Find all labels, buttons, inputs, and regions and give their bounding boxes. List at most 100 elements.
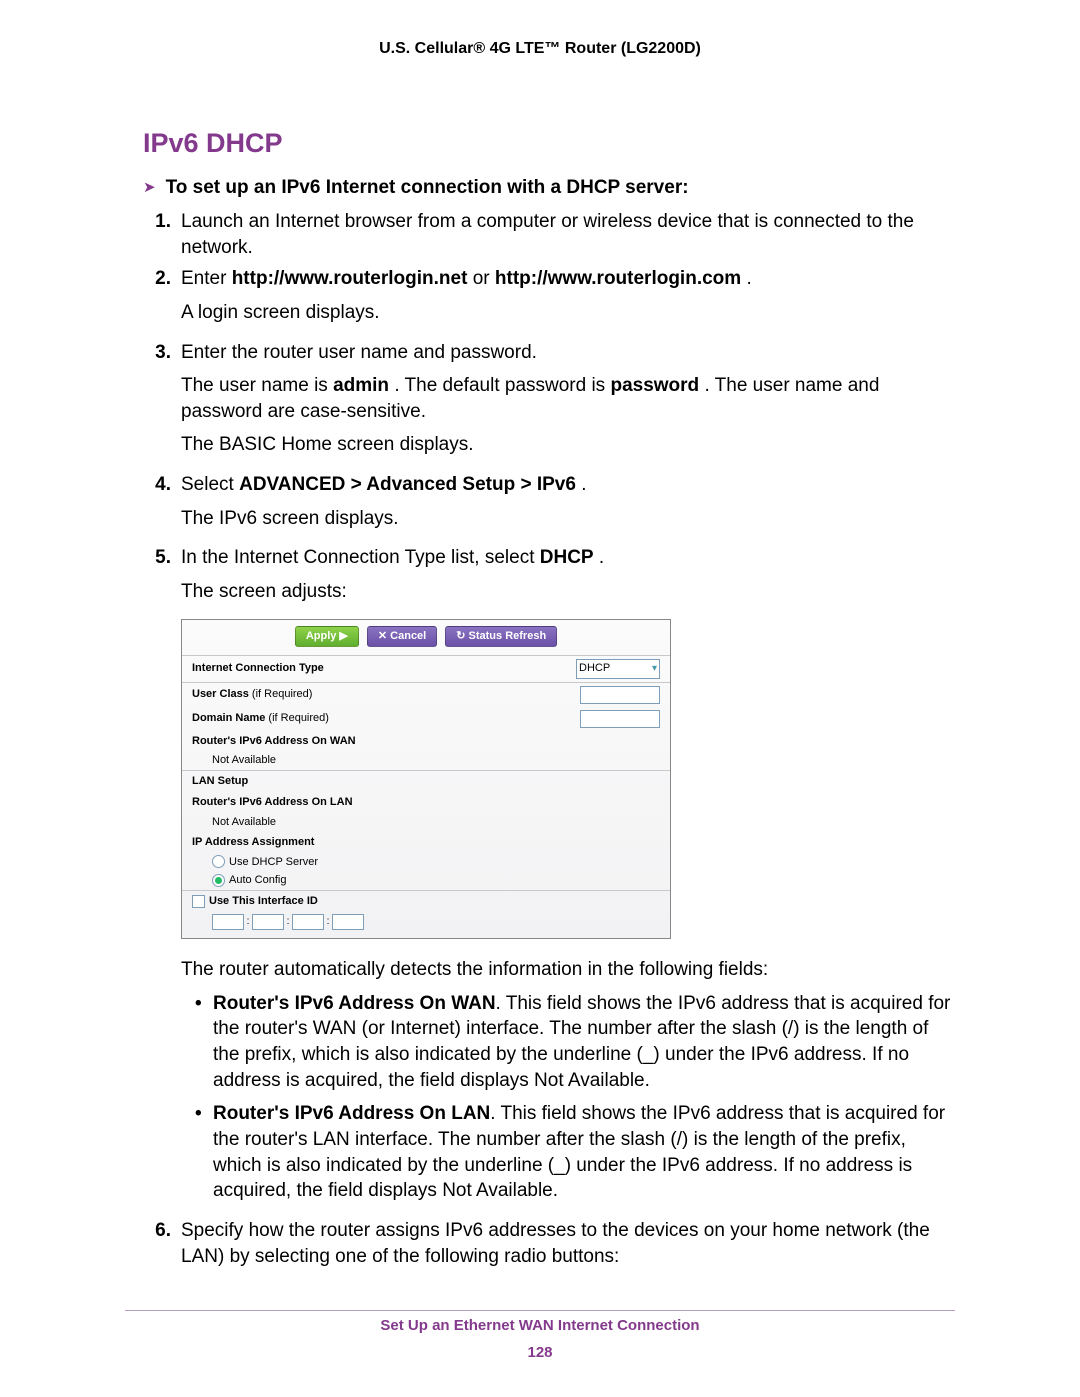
label-text: Domain Name	[192, 712, 265, 724]
chevron-down-icon: ▾	[652, 662, 657, 676]
lan-address-row: Router's IPv6 Address On LAN	[182, 792, 670, 813]
step-number: 5.	[143, 545, 171, 1211]
nav-path: ADVANCED > Advanced Setup > IPv6	[239, 474, 576, 495]
step-paragraph: A login screen displays.	[181, 300, 955, 326]
interface-id-input[interactable]	[212, 914, 244, 930]
step-text: Enter the router user name and password.	[181, 342, 537, 363]
page-footer: Set Up an Ethernet WAN Internet Connecti…	[0, 1317, 1080, 1361]
step-paragraph: The user name is admin . The default pas…	[181, 373, 955, 424]
document-page: U.S. Cellular® 4G LTE™ Router (LG2200D) …	[0, 0, 1080, 1397]
step-body: In the Internet Connection Type list, se…	[181, 545, 955, 1211]
procedure-heading: ➤ To set up an IPv6 Internet connection …	[143, 177, 955, 199]
interface-id-input[interactable]	[332, 914, 364, 930]
step-6: 6. Specify how the router assigns IPv6 a…	[143, 1218, 955, 1269]
bullet-icon: •	[195, 991, 213, 1094]
step-1: 1. Launch an Internet browser from a com…	[143, 209, 955, 260]
wan-address-value: Not Available	[182, 751, 670, 770]
step-2: 2. Enter http://www.routerlogin.net or h…	[143, 266, 955, 333]
step-number: 4.	[143, 472, 171, 539]
bullet-item: • Router's IPv6 Address On LAN. This fie…	[195, 1101, 955, 1204]
lan-setup-row: LAN Setup	[182, 770, 670, 792]
step-number: 3.	[143, 340, 171, 467]
radio-label: Use DHCP Server	[229, 856, 318, 868]
bullet-text: Router's IPv6 Address On WAN. This field…	[213, 991, 955, 1094]
use-interface-id-row: Use This Interface ID	[182, 890, 670, 912]
router-screenshot-panel: Apply ▶ ✕ Cancel ↻ Status Refresh Intern…	[181, 619, 671, 939]
colon-separator: :	[286, 915, 290, 929]
step-paragraph: The IPv6 screen displays.	[181, 506, 955, 532]
domain-name-row: Domain Name (if Required)	[182, 707, 670, 731]
text-bold: DHCP	[540, 547, 594, 568]
text: . The default password is	[394, 375, 610, 396]
text-bold: password	[610, 375, 699, 396]
label-text: User Class	[192, 688, 249, 700]
user-class-row: User Class (if Required)	[182, 682, 670, 707]
step-text: Launch an Internet browser from a comput…	[181, 211, 914, 258]
ip-assignment-label: IP Address Assignment	[192, 835, 314, 850]
status-refresh-button[interactable]: ↻ Status Refresh	[445, 626, 557, 647]
section-title: IPv6 DHCP	[143, 128, 955, 159]
arrow-right-icon: ➤	[143, 177, 156, 199]
step-4: 4. Select ADVANCED > Advanced Setup > IP…	[143, 472, 955, 539]
auto-config-option[interactable]: Auto Config	[182, 871, 670, 890]
radio-label: Auto Config	[229, 874, 286, 886]
bullet-label: Router's IPv6 Address On LAN	[213, 1103, 490, 1124]
lan-address-label: Router's IPv6 Address On LAN	[192, 795, 353, 810]
domain-name-input[interactable]	[580, 710, 660, 728]
apply-button[interactable]: Apply ▶	[295, 626, 359, 647]
label-hint: (if Required)	[265, 712, 329, 724]
interface-id-inputs: : : :	[182, 912, 670, 938]
step-text-prefix: In the Internet Connection Type list, se…	[181, 547, 540, 568]
step-body: Specify how the router assigns IPv6 addr…	[181, 1218, 955, 1269]
text-bold: admin	[333, 375, 389, 396]
footer-page-number: 128	[0, 1344, 1080, 1361]
url-text: http://www.routerlogin.com	[495, 268, 741, 289]
step-body: Enter http://www.routerlogin.net or http…	[181, 266, 955, 333]
interface-id-input[interactable]	[292, 914, 324, 930]
user-class-label: User Class (if Required)	[192, 687, 312, 702]
wan-address-row: Router's IPv6 Address On WAN	[182, 731, 670, 752]
panel-button-bar: Apply ▶ ✕ Cancel ↻ Status Refresh	[182, 620, 670, 655]
cancel-button[interactable]: ✕ Cancel	[367, 626, 437, 647]
step-body: Select ADVANCED > Advanced Setup > IPv6 …	[181, 472, 955, 539]
user-class-input[interactable]	[580, 686, 660, 704]
ict-select[interactable]: DHCP ▾	[576, 659, 660, 679]
procedure-heading-text: To set up an IPv6 Internet connection wi…	[166, 177, 689, 199]
radio-icon	[212, 855, 225, 868]
text: The user name is	[181, 375, 333, 396]
step-paragraph: The BASIC Home screen displays.	[181, 432, 955, 458]
colon-separator: :	[326, 915, 330, 929]
step-5: 5. In the Internet Connection Type list,…	[143, 545, 955, 1211]
step-number: 6.	[143, 1218, 171, 1269]
bullet-list: • Router's IPv6 Address On WAN. This fie…	[181, 991, 955, 1204]
ict-select-value: DHCP	[579, 661, 610, 676]
step-number: 1.	[143, 209, 171, 260]
lan-setup-label: LAN Setup	[192, 774, 248, 789]
wan-address-label: Router's IPv6 Address On WAN	[192, 734, 356, 749]
step-paragraph: The screen adjusts:	[181, 579, 955, 605]
bullet-label: Router's IPv6 Address On WAN	[213, 993, 496, 1014]
step-body: Launch an Internet browser from a comput…	[181, 209, 955, 260]
internet-connection-type-row: Internet Connection Type DHCP ▾	[182, 655, 670, 682]
step-text-prefix: Select	[181, 474, 239, 495]
bullet-text: Router's IPv6 Address On LAN. This field…	[213, 1101, 955, 1204]
use-interface-id-label: Use This Interface ID	[192, 894, 318, 909]
colon-separator: :	[246, 915, 250, 929]
radio-icon	[212, 874, 225, 887]
step-3: 3. Enter the router user name and passwo…	[143, 340, 955, 467]
checkbox-label: Use This Interface ID	[209, 895, 318, 907]
bullet-item: • Router's IPv6 Address On WAN. This fie…	[195, 991, 955, 1094]
interface-id-input[interactable]	[252, 914, 284, 930]
step-body: Enter the router user name and password.…	[181, 340, 955, 467]
step-paragraph: The router automatically detects the inf…	[181, 957, 955, 983]
step-text-or: or	[473, 268, 495, 289]
step-text: Specify how the router assigns IPv6 addr…	[181, 1220, 930, 1267]
url-text: http://www.routerlogin.net	[232, 268, 468, 289]
use-dhcp-option[interactable]: Use DHCP Server	[182, 853, 670, 872]
step-number: 2.	[143, 266, 171, 333]
checkbox-icon[interactable]	[192, 895, 205, 908]
step-text-suffix: .	[746, 268, 751, 289]
step-text-suffix: .	[581, 474, 586, 495]
ict-label: Internet Connection Type	[192, 661, 324, 676]
lan-address-value: Not Available	[182, 813, 670, 832]
